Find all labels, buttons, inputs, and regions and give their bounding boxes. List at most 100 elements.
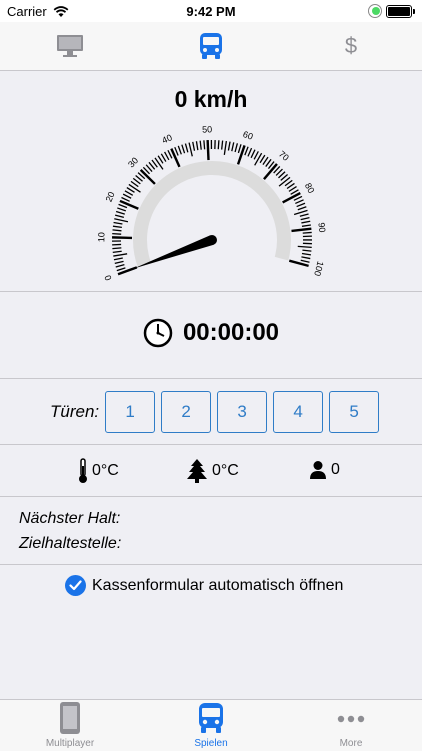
tab-money[interactable]: $ [335,30,367,62]
gauge-tick [218,140,219,149]
gauge-tick [291,229,311,231]
tree-icon [186,458,208,484]
gauge-tick [297,203,305,206]
phone-icon [58,700,82,736]
gauge-tick [238,145,245,164]
gauge-tick [301,257,310,259]
gauge-tick [302,225,311,226]
gauge-tick [200,141,201,150]
gauge-tick [222,141,223,150]
dollar-icon: $ [345,33,357,59]
gauge-tick [112,234,121,235]
outside-temperature-value: 0°C [212,462,239,480]
inside-temperature: 0°C [78,458,119,484]
gauge-band [140,168,284,265]
gauge-tick [119,204,127,207]
passenger-count-value: 0 [331,461,340,479]
timer-value: 00:00:00 [183,319,279,347]
gauge-tick [301,218,310,220]
gauge-tick [112,237,132,238]
gauge-tick [260,155,265,163]
gauge-tick-label: 100 [312,260,326,277]
gauge-tick [208,140,209,160]
gauge-tick [254,151,258,159]
bottom-tab-bar: Multiplayer Spielen More [0,699,422,751]
tab-multiplayer[interactable]: Multiplayer [20,700,120,751]
more-icon [336,700,366,736]
gauge-tick [245,147,248,155]
gauge-tick [298,246,312,247]
gauge-tick [116,212,125,215]
gauge-tick [113,230,122,231]
gauge-hub [207,235,217,245]
gauge-tick [171,149,179,167]
tab-bus[interactable] [195,30,227,62]
door-button-5[interactable]: 5 [329,391,379,433]
gauge-tick [295,200,303,204]
gauge-tick [113,254,127,256]
gauge-tick [114,222,123,224]
auto-open-label: Kassenformular automatisch öffnen [92,577,343,595]
gauge-tick-label: 80 [303,181,317,195]
next-stop-label: Nächster Halt: [19,510,120,528]
gauge-tick [127,188,135,193]
gauge-tick [232,142,234,151]
destination-label: Zielhaltestelle: [19,535,121,553]
gauge-tick [294,210,307,214]
person-icon [309,460,327,480]
gauge-tick [193,142,195,151]
gauge-tick [196,141,197,150]
bus-icon [198,32,224,60]
gauge-tick [185,144,187,153]
thermometer-icon [78,458,88,484]
gauge-tick-label: 70 [277,149,291,163]
gauge-tick [120,201,138,209]
gauge-tick [121,198,129,202]
gauge-tick [158,156,163,164]
gauge-tick-label: 60 [242,129,255,142]
gauge-tick [129,184,141,192]
gauge-tick [165,152,169,160]
tab-more-label: More [340,738,363,749]
gauge-tick-label: 30 [126,155,140,169]
door-button-1[interactable]: 1 [105,391,155,433]
bus-icon [197,700,225,736]
gauge-tick [289,187,297,192]
gauge-tick [115,261,124,263]
gauge-tick [224,141,226,155]
auto-open-toggle[interactable]: Kassenformular automatisch öffnen [65,575,343,596]
speedometer-gauge: 0102030405060708090100 [90,112,340,282]
tab-display[interactable] [54,30,86,62]
door-button-4[interactable]: 4 [273,391,323,433]
gauge-tick [115,215,124,217]
tab-multiplayer-label: Multiplayer [46,738,94,749]
gauge-tick [123,194,131,198]
gauge-tick [248,148,252,156]
gauge-tick-label: 40 [160,132,173,145]
doors-row: Türen: 1 2 3 4 5 [0,391,422,433]
door-button-3[interactable]: 3 [217,391,267,433]
environment-row: 0°C 0°C 0 [0,458,422,488]
door-button-2[interactable]: 2 [161,391,211,433]
gauge-tick [298,207,306,210]
gauge-tick [114,219,128,222]
gauge-tick [117,208,126,211]
inside-temperature-value: 0°C [92,462,119,480]
checkbox-checked[interactable] [65,575,86,596]
gauge-tick [125,191,133,195]
gauge-tick [279,177,290,186]
monitor-icon [56,34,84,58]
status-time: 9:42 PM [0,4,422,19]
gauge-tick [182,145,185,154]
tab-more[interactable]: More [301,700,401,751]
gauge-tick [302,250,311,251]
lock-rotation-icon [368,4,382,18]
gauge-tick [113,226,122,227]
gauge-tick [302,254,311,255]
tab-spielen[interactable]: Spielen [161,700,261,751]
gauge-tick [238,144,241,153]
tab-spielen-label: Spielen [194,738,227,749]
outside-temperature: 0°C [186,458,239,484]
timer-row: 00:00:00 [0,318,422,348]
gauge-tick [161,154,166,162]
